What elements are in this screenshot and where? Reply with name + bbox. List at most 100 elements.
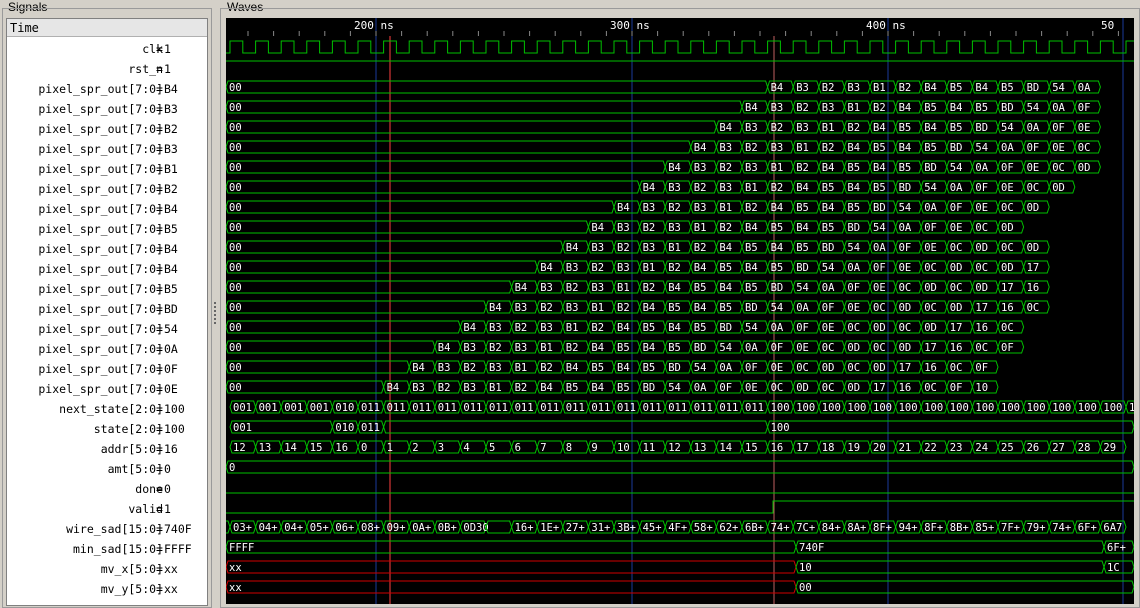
signal-row[interactable]: pixel_spr_out[7:0] = B3 bbox=[7, 99, 207, 119]
signal-row[interactable]: pixel_spr_out[7:0] = B2 bbox=[7, 179, 207, 199]
pixel-spr-out-value-label: 0D bbox=[950, 262, 963, 274]
addr-value-label: 29 bbox=[1103, 442, 1116, 454]
equals-sign: = bbox=[156, 362, 163, 376]
pixel-spr-out-value-label: 0E bbox=[1027, 162, 1040, 174]
pixel-spr-out-value-label: 0D bbox=[847, 382, 860, 394]
pixel-spr-out-value-label: 0D bbox=[1001, 222, 1014, 234]
signal-row[interactable]: pixel_spr_out[7:0] = 0A bbox=[7, 339, 207, 359]
pixel-spr-out-value-label: B3 bbox=[566, 302, 579, 314]
signal-row[interactable]: pixel_spr_out[7:0] = B5 bbox=[7, 219, 207, 239]
signal-row[interactable]: pixel_spr_out[7:0] = 0F bbox=[7, 359, 207, 379]
signal-row[interactable]: pixel_spr_out[7:0] = 0E bbox=[7, 379, 207, 399]
signal-value: B3 bbox=[164, 142, 178, 156]
pixel-spr-out-value-label: 00 bbox=[229, 102, 242, 114]
equals-sign: = bbox=[156, 382, 163, 396]
pixel-spr-out-value-label: B1 bbox=[796, 142, 809, 154]
signals-list[interactable]: Time clk = 1 rst_n = 1 pixel_spr_out[7:0] = B4 pi… bbox=[6, 18, 208, 606]
signal-row[interactable]: clk = 1 bbox=[7, 39, 207, 59]
signal-row[interactable]: pixel_spr_out[7:0] = B4 bbox=[7, 199, 207, 219]
signal-row[interactable]: mv_x[5:0] = xx bbox=[7, 559, 207, 579]
signal-row[interactable]: state[2:0] = 100 bbox=[7, 419, 207, 439]
signal-row[interactable]: amt[5:0] = 0 bbox=[7, 459, 207, 479]
pixel-spr-out-value-label: 16 bbox=[950, 342, 963, 354]
pixel-spr-out-value-label: B2 bbox=[438, 382, 451, 394]
signal-row[interactable]: addr[5:0] = 16 bbox=[7, 439, 207, 459]
pane-splitter-handle[interactable] bbox=[213, 300, 217, 334]
signal-row[interactable]: done = 0 bbox=[7, 479, 207, 499]
signal-row[interactable]: pixel_spr_out[7:0] = B1 bbox=[7, 159, 207, 179]
addr-value-label: 25 bbox=[1001, 442, 1014, 454]
pixel-spr-out-value-label: 0C bbox=[899, 322, 912, 334]
addr-value-label: 9 bbox=[591, 442, 597, 454]
wire-sad-value-label: 74+ bbox=[1052, 522, 1071, 534]
pixel-spr-out-value-label: B2 bbox=[822, 142, 835, 154]
signal-row[interactable]: valid = 1 bbox=[7, 499, 207, 519]
pixel-spr-out-value-label: 0C bbox=[924, 262, 937, 274]
signal-name: amt[5:0] bbox=[107, 462, 163, 476]
mv-x-value-label: xx bbox=[229, 562, 242, 574]
pixel-spr-out-value-label: 54 bbox=[771, 302, 784, 314]
signal-row[interactable]: pixel_spr_out[7:0] = B4 bbox=[7, 259, 207, 279]
pixel-spr-out-value-label: 0D bbox=[822, 362, 835, 374]
pixel-spr-out-value-label: B2 bbox=[822, 82, 835, 94]
pixel-spr-out-value-label: B5 bbox=[771, 262, 784, 274]
signal-row[interactable]: pixel_spr_out[7:0] = 54 bbox=[7, 319, 207, 339]
signal-row[interactable]: pixel_spr_out[7:0] = BD bbox=[7, 299, 207, 319]
signal-row[interactable]: next_state[2:0] = 100 bbox=[7, 399, 207, 419]
pixel-spr-out-value-label: B4 bbox=[873, 162, 886, 174]
next-state-value-label: 100 bbox=[950, 402, 969, 414]
pixel-spr-out-value-label: 0A bbox=[1027, 122, 1040, 134]
pixel-spr-out-value-label: B3 bbox=[566, 262, 579, 274]
addr-value-label: 14 bbox=[719, 442, 732, 454]
pixel-spr-out-value-label: B2 bbox=[591, 262, 604, 274]
equals-sign: = bbox=[156, 522, 163, 536]
pixel-spr-out-value-label: B5 bbox=[822, 222, 835, 234]
pixel-spr-out-value-label: B5 bbox=[668, 302, 681, 314]
signal-row[interactable]: pixel_spr_out[7:0] = B3 bbox=[7, 139, 207, 159]
signal-value: B4 bbox=[164, 262, 178, 276]
next-state-value-label: 011 bbox=[412, 402, 431, 414]
pixel-spr-out-value-label: B2 bbox=[771, 182, 784, 194]
signal-name: pixel_spr_out[7:0] bbox=[38, 242, 163, 256]
pixel-spr-out-value-label: B5 bbox=[643, 362, 656, 374]
pixel-spr-out-value-label: B1 bbox=[745, 182, 758, 194]
pixel-spr-out-value-label: B3 bbox=[463, 382, 476, 394]
pixel-spr-out-value-label: B4 bbox=[745, 102, 758, 114]
signal-row[interactable]: pixel_spr_out[7:0] = B4 bbox=[7, 239, 207, 259]
signal-value: 16 bbox=[164, 442, 178, 456]
pixel-spr-out-value-label: B2 bbox=[617, 302, 630, 314]
signal-row[interactable]: pixel_spr_out[7:0] = B5 bbox=[7, 279, 207, 299]
pixel-spr-out-value-label: B2 bbox=[515, 382, 528, 394]
signal-name: pixel_spr_out[7:0] bbox=[38, 222, 163, 236]
wire-sad-value-label: 31+ bbox=[591, 522, 610, 534]
pixel-spr-out-value-label: B3 bbox=[694, 202, 707, 214]
signal-row[interactable]: pixel_spr_out[7:0] = B2 bbox=[7, 119, 207, 139]
pixel-spr-out-value-label: B2 bbox=[515, 322, 528, 334]
signal-value: FFFF bbox=[164, 542, 192, 556]
pixel-spr-out-value-label: 0F bbox=[1052, 122, 1065, 134]
pixel-spr-out-value-label: B2 bbox=[643, 282, 656, 294]
signal-row[interactable]: wire_sad[15:0] = 740F bbox=[7, 519, 207, 539]
signal-row[interactable]: mv_y[5:0] = xx bbox=[7, 579, 207, 599]
pixel-spr-out-value-label: BD bbox=[668, 362, 681, 374]
addr-value-label: 8 bbox=[566, 442, 572, 454]
time-column-header[interactable]: Time bbox=[7, 19, 207, 37]
pixel-spr-out-value-label: 16 bbox=[975, 322, 988, 334]
waveform-canvas[interactable]: 200 ns 300 ns 400 ns 5000 B4 B3 B2 B3 B1 B2 B4 B5 B4… bbox=[226, 18, 1134, 604]
amt-value-label: 0 bbox=[229, 462, 235, 474]
pixel-spr-out-value-label: B2 bbox=[847, 122, 860, 134]
pixel-spr-out-value-label: 0A bbox=[899, 222, 912, 234]
wire-sad-value-label: 74+ bbox=[771, 522, 790, 534]
signal-row[interactable]: min_sad[15:0] = FFFF bbox=[7, 539, 207, 559]
signal-row[interactable]: pixel_spr_out[7:0] = B4 bbox=[7, 79, 207, 99]
pixel-spr-out-value-label: 0D bbox=[1078, 162, 1091, 174]
addr-value-label: 1 bbox=[387, 442, 393, 454]
pixel-spr-out-value-label: B4 bbox=[719, 122, 732, 134]
pixel-spr-out-value-label: 0C bbox=[975, 342, 988, 354]
pixel-spr-out-value-label: 0E bbox=[1052, 142, 1065, 154]
pixel-spr-out-value-label: 0D bbox=[1027, 242, 1040, 254]
addr-value-label: 6 bbox=[515, 442, 521, 454]
pixel-spr-out-value-label: B4 bbox=[822, 202, 835, 214]
signal-row[interactable]: rst_n = 1 bbox=[7, 59, 207, 79]
signal-name: pixel_spr_out[7:0] bbox=[38, 102, 163, 116]
